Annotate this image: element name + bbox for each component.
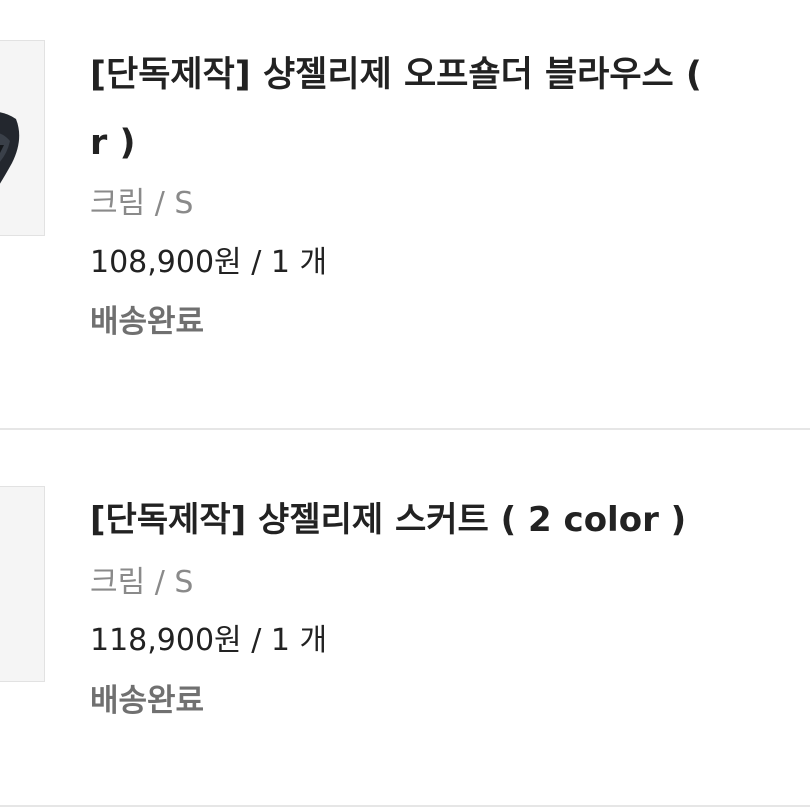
product-title[interactable]: [단독제작] 샹젤리제 스커트 ( 2 color ) xyxy=(90,488,798,552)
product-image xyxy=(0,41,44,235)
product-title-continued[interactable]: r ) xyxy=(90,111,798,175)
price-quantity: 118,900원 / 1 개 xyxy=(90,623,328,658)
delivery-status: 배송완료 xyxy=(90,683,205,719)
price-quantity: 108,900원 / 1 개 xyxy=(90,245,328,280)
product-option: 크림 / S xyxy=(90,186,194,221)
product-image xyxy=(0,487,44,681)
product-title[interactable]: [단독제작] 샹젤리제 오프숄더 블라우스 ( xyxy=(90,43,798,107)
product-option: 크림 / S xyxy=(90,565,194,600)
item-divider xyxy=(0,805,810,807)
order-item[interactable]: [단독제작] 샹젤리제 스커트 ( 2 color ) 크림 / S 118,9… xyxy=(0,430,810,805)
order-item[interactable]: [단독제작] 샹젤리제 오프숄더 블라우스 ( r ) 크림 / S 108,9… xyxy=(0,0,810,428)
delivery-status: 배송완료 xyxy=(90,304,205,340)
product-thumbnail[interactable] xyxy=(0,486,45,682)
product-thumbnail[interactable] xyxy=(0,40,45,236)
